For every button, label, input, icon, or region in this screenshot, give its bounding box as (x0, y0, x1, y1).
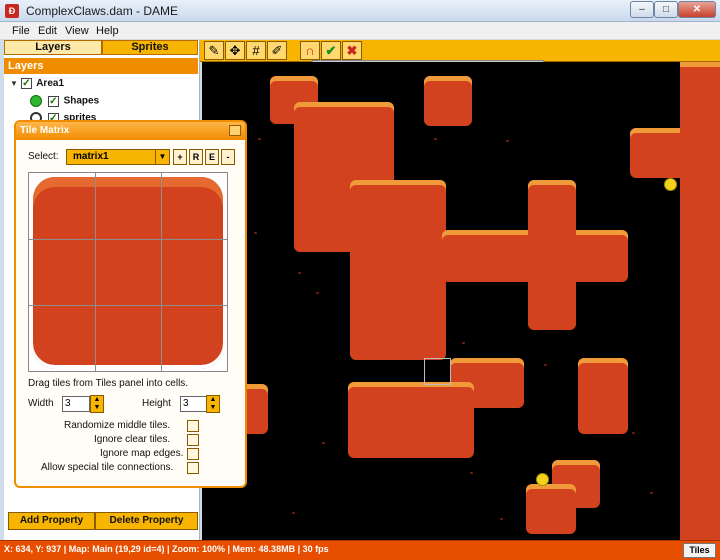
tree-item-shapes[interactable]: ✓ Shapes (30, 95, 99, 107)
dame-app-icon: Ð (5, 4, 19, 18)
cancel-icon[interactable]: ✖ (342, 41, 362, 60)
title-bar: Ð ComplexClaws.dam - DAME – □ ✕ (0, 0, 720, 22)
remove-matrix-button[interactable]: - (221, 149, 235, 165)
special-connections-checkbox[interactable] (187, 462, 199, 474)
property-buttons: Add Property Delete Property (8, 512, 198, 530)
lava-tile-block (350, 180, 446, 360)
matrix-tile-preview (33, 177, 223, 369)
option-label: Randomize middle tiles. (64, 420, 171, 431)
lava-tile-block (528, 180, 576, 330)
option-label: Ignore clear tiles. (94, 434, 171, 445)
select-label: Select: (28, 151, 59, 162)
brush-icon[interactable]: ✎ (204, 41, 224, 60)
tree-item-label: Area1 (36, 78, 65, 90)
debris-decoration (322, 442, 325, 444)
debris-decoration (506, 140, 509, 142)
menu-view[interactable]: View (65, 25, 89, 37)
add-property-button[interactable]: Add Property (8, 512, 95, 530)
menu-bar: File Edit View Help (0, 22, 720, 40)
debris-decoration (258, 138, 261, 140)
matrix-select-value: matrix1 (73, 151, 109, 162)
height-label: Height (142, 398, 171, 409)
rename-matrix-button[interactable]: R (189, 149, 203, 165)
edit-matrix-button[interactable]: E (205, 149, 219, 165)
debris-decoration (462, 342, 465, 344)
dialog-title[interactable]: Tile Matrix (16, 122, 245, 140)
ignore-clear-checkbox[interactable] (187, 434, 199, 446)
map-canvas[interactable] (202, 62, 720, 540)
minimize-button[interactable]: – (630, 1, 654, 18)
pencil-icon[interactable]: ✐ (267, 41, 287, 60)
debris-decoration (434, 138, 437, 140)
grid-divider (29, 305, 227, 306)
option-label: Allow special tile connections. (41, 462, 174, 473)
ignore-edges-checkbox[interactable] (187, 448, 199, 460)
width-stepper[interactable]: ▲ ▼ (90, 395, 104, 413)
close-button[interactable]: ✕ (678, 1, 716, 18)
lava-tile-block (578, 358, 628, 434)
debris-decoration (544, 364, 547, 366)
tile-matrix-dialog: Tile Matrix Select: matrix1 ▼ + R E - Dr… (14, 120, 247, 488)
debris-decoration (292, 512, 295, 514)
height-input[interactable]: 3 (180, 396, 208, 412)
debris-decoration (254, 232, 257, 234)
layers-header: Layers (4, 58, 198, 74)
tile-matrix-grid[interactable] (28, 172, 228, 372)
dialog-minimize-button[interactable] (229, 125, 241, 136)
debris-decoration (298, 272, 301, 274)
lava-tile-block (680, 62, 720, 540)
tab-sprites[interactable]: Sprites (102, 40, 198, 55)
window-title: ComplexClaws.dam - DAME (26, 4, 179, 18)
debris-decoration (632, 432, 635, 434)
debris-decoration (470, 472, 473, 474)
status-text: X: 634, Y: 937 | Map: Main (19,29 id=4) … (4, 544, 329, 554)
menu-file[interactable]: File (12, 25, 30, 37)
shape-layer-icon (30, 95, 42, 107)
coin-sprite[interactable] (664, 178, 677, 191)
matrix-hint: Drag tiles from Tiles panel into cells. (28, 378, 189, 389)
tab-layers[interactable]: Layers (4, 40, 102, 55)
chevron-down-icon: ▼ (155, 150, 169, 164)
new-matrix-icon[interactable]: + (173, 149, 187, 165)
tile-cursor (424, 358, 451, 385)
lava-tile-block (348, 382, 474, 458)
checkbox-checked-icon[interactable]: ✓ (47, 95, 59, 107)
move-icon[interactable]: ✥ (225, 41, 245, 60)
lava-tile-block (526, 484, 576, 534)
status-bar: X: 634, Y: 937 | Map: Main (19,29 id=4) … (0, 540, 720, 560)
coin-sprite[interactable] (536, 473, 549, 486)
randomize-checkbox[interactable] (187, 420, 199, 432)
expand-arrow-icon[interactable]: ▼ (10, 79, 18, 88)
lava-tile-block (424, 76, 472, 126)
magnet-icon[interactable]: ∩ (300, 41, 320, 60)
height-stepper[interactable]: ▲ ▼ (206, 395, 220, 413)
width-label: Width (28, 398, 54, 409)
debris-decoration (500, 518, 503, 520)
checkbox-checked-icon[interactable]: ✓ (20, 78, 32, 89)
check-icon[interactable]: ✔ (321, 41, 341, 60)
grid-icon[interactable]: # (246, 41, 266, 60)
maximize-button[interactable]: □ (654, 1, 678, 18)
debris-decoration (316, 292, 319, 294)
matrix-select[interactable]: matrix1 ▼ (66, 149, 170, 165)
tiles-button[interactable]: Tiles (683, 543, 716, 558)
tree-item-label: Shapes (63, 95, 100, 107)
width-input[interactable]: 3 (62, 396, 90, 412)
editor-toolbar: ✎ ✥ # ✐ ∩ ✔ ✖ (200, 40, 720, 62)
menu-edit[interactable]: Edit (38, 25, 57, 37)
grid-divider (161, 173, 162, 371)
grid-divider (29, 239, 227, 240)
menu-help[interactable]: Help (96, 25, 119, 37)
grid-divider (95, 173, 96, 371)
tree-item-area1[interactable]: ▼ ✓ Area1 (10, 78, 64, 89)
debris-decoration (650, 492, 653, 494)
delete-property-button[interactable]: Delete Property (95, 512, 198, 530)
option-label: Ignore map edges. (100, 448, 184, 459)
left-panel-tabs: Layers Sprites (4, 40, 200, 56)
